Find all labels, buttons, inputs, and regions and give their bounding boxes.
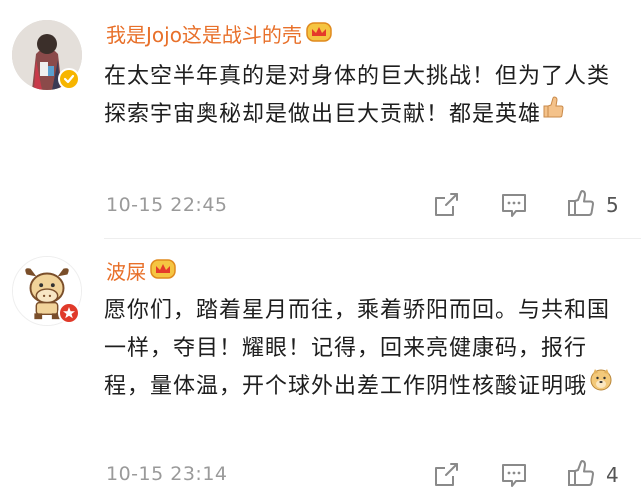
comment-body: 愿你们，踏着星月而往，乘着骄阳而回。与共和国一样，夺目！耀眼！记得，回来亮健康码… — [104, 298, 611, 399]
comment-item: 波屎 愿你们，踏着星月而往，乘着骄阳而回。与共和国一样，夺目！耀眼！记得，回来亮… — [0, 240, 641, 502]
comment-bubble-icon — [499, 460, 529, 490]
crown-member-icon — [150, 258, 176, 286]
like-count: 4 — [606, 463, 619, 487]
share-icon — [431, 460, 461, 490]
share-button[interactable] — [431, 190, 461, 220]
verified-badge-icon — [58, 68, 80, 90]
comment-bubble-icon — [499, 190, 529, 220]
username[interactable]: 波屎 — [106, 258, 176, 288]
like-button[interactable] — [566, 458, 596, 488]
divider — [104, 238, 641, 239]
username[interactable]: 我是Jojo这是战斗的壳 — [106, 21, 332, 51]
doge-emoji-icon — [589, 366, 613, 404]
share-button[interactable] — [431, 460, 461, 490]
username-text[interactable]: 我是Jojo这是战斗的壳 — [106, 23, 302, 47]
username-text[interactable]: 波屎 — [106, 260, 146, 284]
comment-item: 我是Jojo这是战斗的壳 在太空半年真的是对身体的巨大挑战！但为了人类探索宇宙奥… — [0, 0, 641, 235]
comment-text: 在太空半年真的是对身体的巨大挑战！但为了人类探索宇宙奥秘却是做出巨大贡献！都是英… — [104, 58, 629, 134]
crown-member-icon — [306, 21, 332, 49]
like-button[interactable] — [566, 188, 596, 218]
thumbs-up-icon — [566, 458, 596, 488]
thumbs-up-icon — [566, 188, 596, 218]
red-star-badge-icon — [58, 302, 80, 324]
like-count: 5 — [606, 193, 619, 217]
comment-text: 愿你们，踏着星月而往，乘着骄阳而回。与共和国一样，夺目！耀眼！记得，回来亮健康码… — [104, 292, 629, 406]
comment-button[interactable] — [499, 460, 529, 490]
comment-timestamp: 10-15 23:14 — [106, 463, 228, 485]
comment-body: 在太空半年真的是对身体的巨大挑战！但为了人类探索宇宙奥秘却是做出巨大贡献！都是英… — [104, 64, 611, 127]
comment-button[interactable] — [499, 190, 529, 220]
share-icon — [431, 190, 461, 220]
thumbs-up-emoji-icon — [543, 94, 565, 132]
comment-timestamp: 10-15 22:45 — [106, 194, 228, 216]
